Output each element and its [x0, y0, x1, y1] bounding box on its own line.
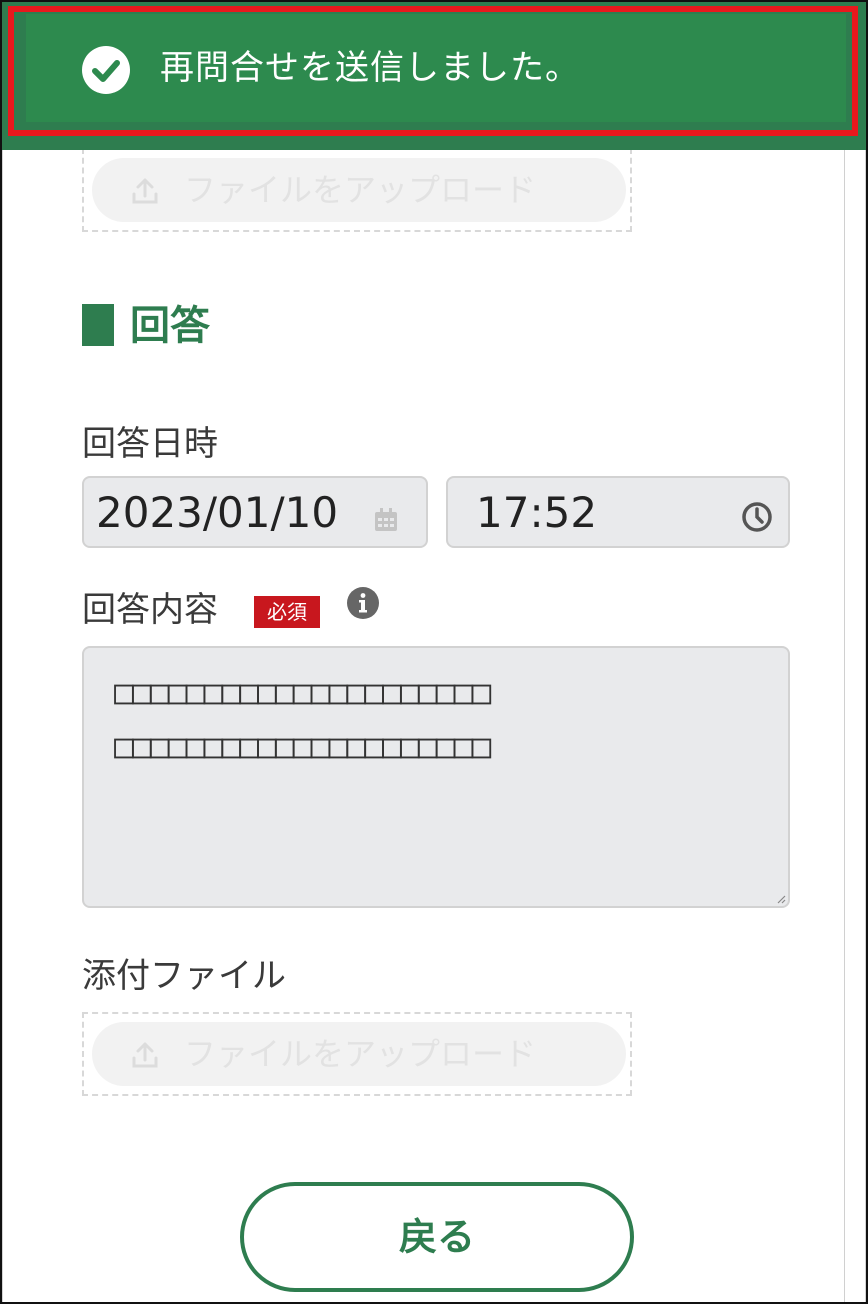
info-icon[interactable]	[346, 586, 380, 620]
back-button[interactable]: 戻る	[240, 1182, 634, 1292]
attachment-label: 添付ファイル	[82, 956, 286, 996]
content-line: □□□□□□□□□□□□□□□□□□□□□	[114, 726, 491, 765]
calendar-icon[interactable]	[372, 506, 400, 534]
question-upload-area: ファイルをアップロード	[82, 148, 632, 232]
answer-upload-button[interactable]: ファイルをアップロード	[92, 1022, 626, 1086]
datetime-label: 回答日時	[82, 424, 218, 464]
required-badge: 必須	[254, 596, 320, 628]
content-line: □□□□□□□□□□□□□□□□□□□□□	[114, 672, 491, 711]
section-marker	[82, 304, 114, 346]
resize-handle-icon[interactable]	[776, 894, 786, 904]
content-label: 回答内容	[82, 590, 218, 630]
content-textarea[interactable]: □□□□□□□□□□□□□□□□□□□□□ □□□□□□□□□□□□□□□□□□…	[82, 646, 790, 908]
date-input[interactable]: 2023/01/10	[82, 476, 428, 548]
time-input[interactable]: 17:52	[446, 476, 790, 548]
panel-edge	[844, 132, 845, 1302]
clock-icon[interactable]	[740, 500, 774, 534]
time-value: 17:52	[476, 488, 598, 537]
question-upload-button[interactable]: ファイルをアップロード	[92, 158, 626, 222]
screen-frame: ファイルをアップロード 回答 回答日時 2023/01/10 17:52 回答内…	[0, 0, 868, 1304]
question-upload-label: ファイルをアップロード	[184, 171, 537, 209]
answer-upload-label: ファイルをアップロード	[184, 1035, 537, 1073]
highlight-box	[8, 6, 858, 136]
answer-upload-area: ファイルをアップロード	[82, 1012, 632, 1096]
upload-icon	[132, 1042, 158, 1068]
upload-icon	[132, 178, 158, 204]
section-title: 回答	[130, 303, 210, 349]
date-value: 2023/01/10	[96, 488, 339, 537]
